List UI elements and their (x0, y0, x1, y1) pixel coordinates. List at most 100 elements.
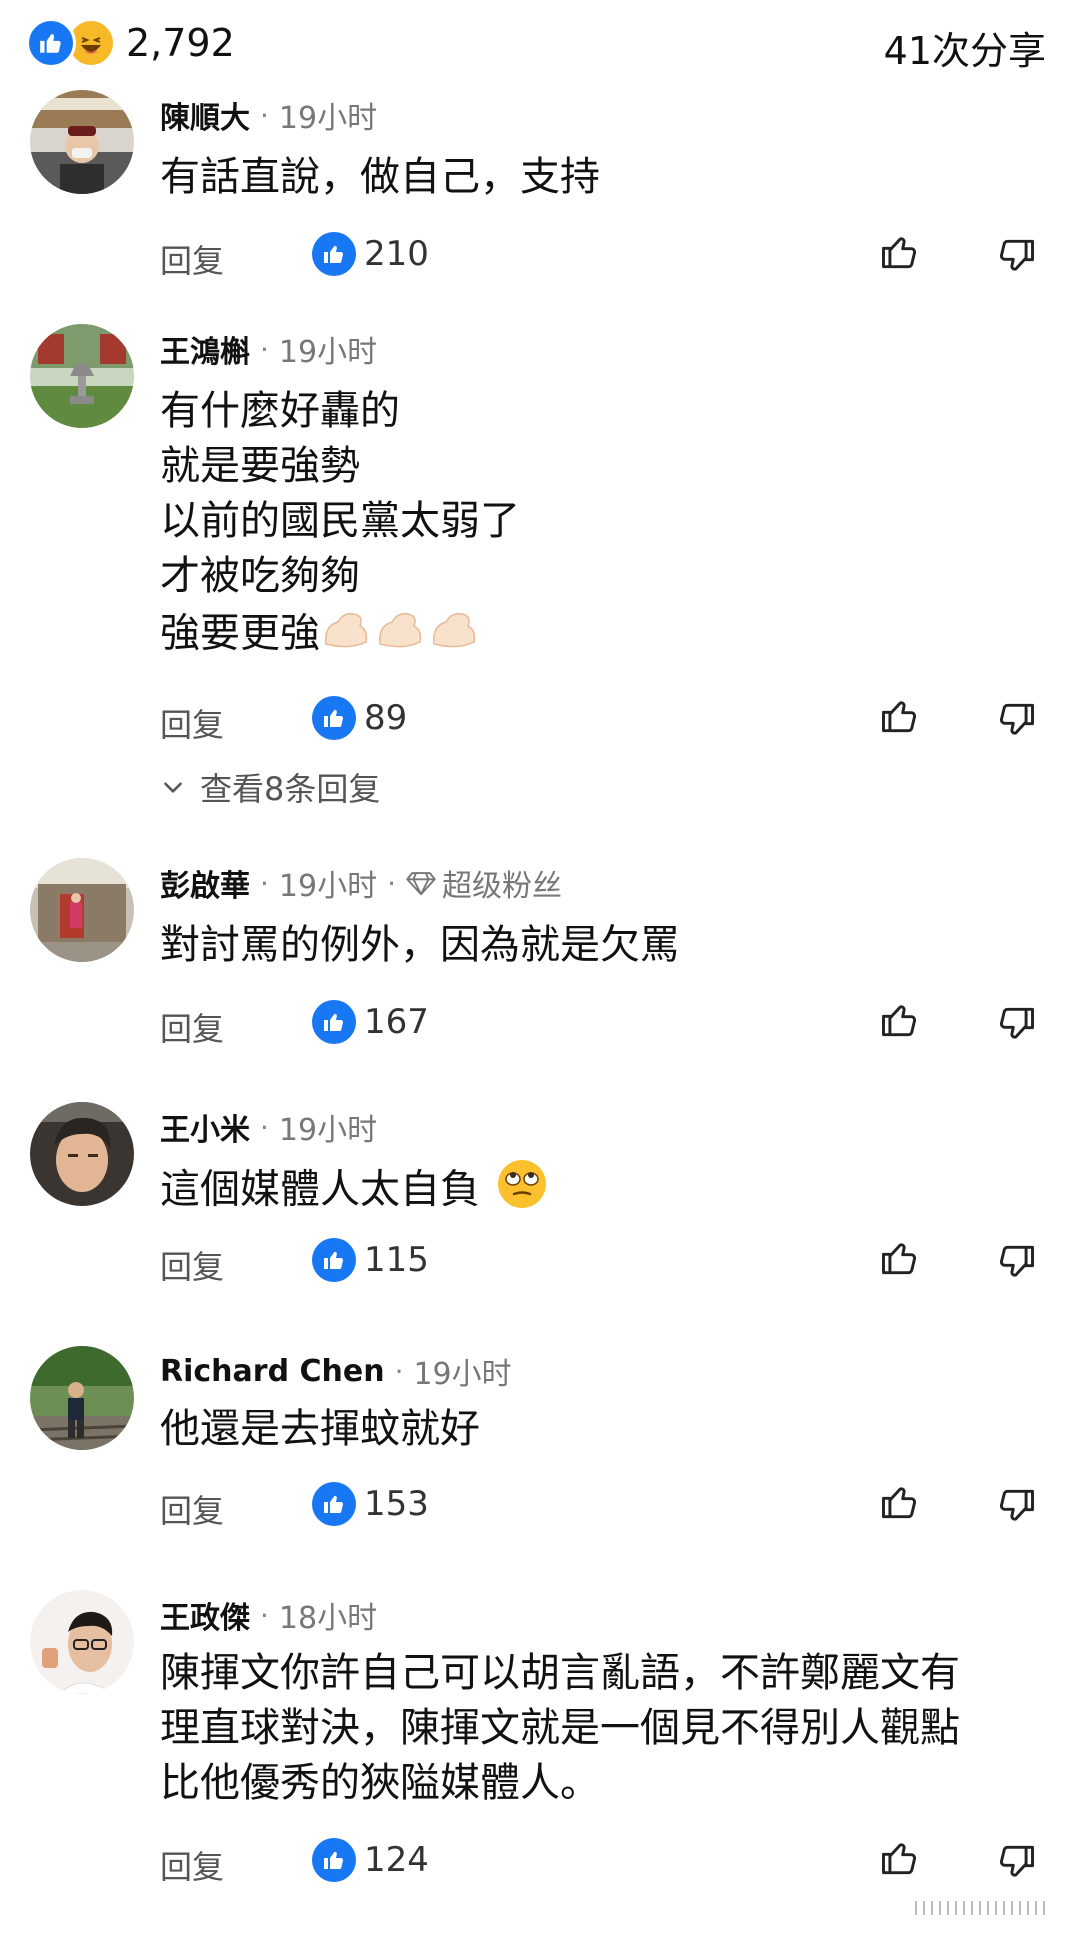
like-count-icon (312, 696, 356, 740)
comment-meta: 王小米 · 19小时 (160, 1102, 377, 1152)
reactions-summary[interactable]: 2,792 (26, 18, 235, 68)
thumbs-up-icon[interactable] (878, 998, 922, 1046)
timestamp: 19小时 (278, 101, 378, 136)
reply-button[interactable]: 回复 (160, 1842, 224, 1888)
avatar[interactable] (30, 1590, 134, 1694)
reply-button[interactable]: 回复 (160, 236, 224, 282)
thumbs-up-icon[interactable] (878, 230, 922, 278)
like-count: 115 (364, 1240, 429, 1280)
comment-line: 他還是去揮蚊就好 (160, 1406, 480, 1452)
flexed-biceps-emoji (320, 604, 482, 667)
separator-dot: · (260, 866, 269, 900)
comment-actions: 回复 167 (0, 994, 1080, 1054)
reply-button[interactable]: 回复 (160, 1242, 224, 1288)
comment-line-with-emoji: 這個媒體人太自負 (160, 1158, 548, 1225)
author-name[interactable]: 王政傑 (160, 1593, 250, 1637)
comment-text: 有什麼好轟的 就是要強勢 以前的國民黨太弱了 才被吃夠夠 強要更強 (160, 384, 520, 667)
share-count[interactable]: 41次分享 (884, 20, 1046, 75)
thumbs-up-icon[interactable] (878, 1480, 922, 1528)
author-name[interactable]: 陳順大 (160, 93, 250, 137)
like-count: 167 (364, 1002, 429, 1042)
view-replies-link[interactable]: 查看8条回复 (160, 764, 380, 810)
fan-badge: 超级粉丝 (406, 861, 562, 905)
avatar[interactable] (30, 324, 134, 428)
chevron-down-icon (164, 782, 182, 793)
timestamp: 19小时 (278, 1113, 378, 1148)
like-count: 89 (364, 698, 408, 738)
comment-actions: 回复 89 (0, 690, 1080, 750)
like-reaction-icon (26, 18, 76, 68)
avatar[interactable] (30, 1346, 134, 1450)
comment-line: 比他優秀的狹隘媒體人。 (160, 1760, 600, 1806)
comment-line: 對討罵的例外，因為就是欠罵 (160, 922, 680, 968)
thumbs-down-icon[interactable] (994, 1002, 1038, 1050)
comment-line: 以前的國民黨太弱了 (160, 498, 520, 544)
comment-actions: 回复 115 (0, 1232, 1080, 1292)
timestamp: 19小时 (278, 335, 378, 370)
view-replies-label: 查看8条回复 (200, 770, 381, 808)
author-name[interactable]: 王小米 (160, 1105, 250, 1149)
avatar[interactable] (30, 858, 134, 962)
comment-actions: 回复 124 (0, 1832, 1080, 1892)
reply-button[interactable]: 回复 (160, 1004, 224, 1050)
like-count-icon (312, 1482, 356, 1526)
reply-button[interactable]: 回复 (160, 1486, 224, 1532)
comment-meta: Richard Chen · 19小时 (160, 1346, 512, 1396)
like-count: 124 (364, 1840, 429, 1880)
comment-line: 這個媒體人太自負 (160, 1166, 480, 1213)
thumbs-down-icon[interactable] (994, 234, 1038, 282)
avatar[interactable] (30, 1102, 134, 1206)
reply-button[interactable]: 回复 (160, 700, 224, 746)
avatar[interactable] (30, 90, 134, 194)
like-count-icon (312, 1238, 356, 1282)
like-count: 153 (364, 1484, 429, 1524)
thumbs-down-icon[interactable] (994, 1240, 1038, 1288)
separator-dot: · (260, 332, 269, 366)
comment-meta: 陳順大 · 19小时 (160, 90, 377, 140)
timestamp: 19小时 (278, 869, 378, 904)
comment-line: 強要更強 (160, 610, 320, 657)
comment-line: 有話直說，做自己，支持 (160, 154, 600, 200)
separator-dot: · (260, 98, 269, 132)
comment-actions: 回复 210 (0, 226, 1080, 286)
comment-line: 陳揮文你許自己可以胡言亂語，不許鄭麗文有 (160, 1650, 960, 1696)
comment-text: 有話直說，做自己，支持 (160, 150, 600, 205)
comment-text: 對討罵的例外，因為就是欠罵 (160, 918, 680, 973)
separator-dot: · (260, 1598, 269, 1632)
author-name[interactable]: Richard Chen (160, 1354, 385, 1389)
like-count-icon (312, 1838, 356, 1882)
thumbs-up-icon[interactable] (878, 694, 922, 742)
like-count-icon (312, 232, 356, 276)
comment-line: 就是要強勢 (160, 443, 360, 489)
comment-text: 陳揮文你許自己可以胡言亂語，不許鄭麗文有 理直球對決，陳揮文就是一個見不得別人觀… (160, 1646, 960, 1811)
face-with-rolling-eyes-emoji (496, 1158, 548, 1225)
timestamp: 19小时 (413, 1357, 512, 1392)
comment-meta: 王政傑 · 18小时 (160, 1590, 377, 1640)
comment-line: 才被吃夠夠 (160, 553, 360, 599)
diamond-icon (406, 872, 436, 896)
thumbs-down-icon[interactable] (994, 1484, 1038, 1532)
reaction-count: 2,792 (126, 21, 235, 65)
comment-line: 有什麼好轟的 (160, 388, 400, 434)
comment-actions: 回复 153 (0, 1476, 1080, 1536)
comment-meta: 彭啟華 · 19小时 · 超级粉丝 (160, 858, 562, 908)
separator-dot: · (387, 866, 396, 900)
comment-meta: 王鴻槲 · 19小时 (160, 324, 377, 374)
comment-text: 他還是去揮蚊就好 (160, 1402, 480, 1457)
comment-line-with-emoji: 強要更強 (160, 604, 520, 667)
author-name[interactable]: 彭啟華 (160, 861, 250, 905)
author-name[interactable]: 王鴻槲 (160, 327, 250, 371)
watermark-graphic (912, 1897, 1052, 1923)
thumbs-up-icon[interactable] (878, 1236, 922, 1284)
fan-badge-label: 超级粉丝 (442, 869, 562, 904)
comment-line: 理直球對決，陳揮文就是一個見不得別人觀點 (160, 1705, 960, 1751)
thumbs-down-icon[interactable] (994, 1840, 1038, 1888)
like-count: 210 (364, 234, 429, 274)
thumbs-up-icon[interactable] (878, 1836, 922, 1884)
reactions-summary-bar: 2,792 41次分享 (0, 0, 1080, 90)
thumbs-down-icon[interactable] (994, 698, 1038, 746)
timestamp: 18小时 (278, 1601, 378, 1636)
separator-dot: · (260, 1110, 269, 1144)
like-count-icon (312, 1000, 356, 1044)
comment-text: 這個媒體人太自負 (160, 1158, 548, 1225)
